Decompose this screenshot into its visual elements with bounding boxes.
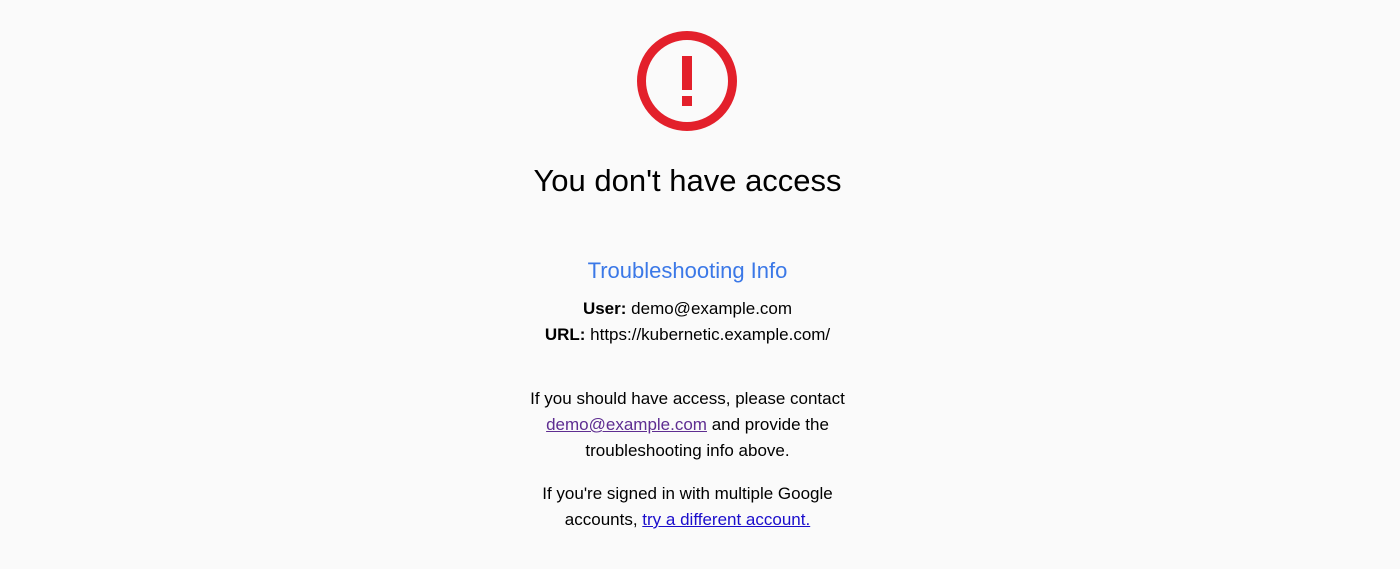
url-label: URL: [544,325,586,344]
contact-text-line2: and provide the [706,415,829,434]
try-different-account-link[interactable]: try a different account. [642,510,810,529]
user-label: User: [582,299,627,318]
user-value: demo@example.com [631,299,793,318]
contact-text-line3: troubleshooting info above. [585,441,790,460]
multi-account-text-prefix: accounts, [564,510,643,529]
user-info-row: User: demo@example.com [0,297,1375,321]
url-info-row: URL: https://kubernetic.example.com/ [0,323,1375,347]
page-title: You don't have access [533,163,842,198]
contact-paragraph: If you should have access, please contac… [0,386,1375,464]
multi-account-text-line1: If you're signed in with multiple Google [542,484,833,503]
troubleshooting-title: Troubleshooting Info [587,258,788,283]
multi-account-paragraph: If you're signed in with multiple Google… [0,481,1375,533]
error-icon [637,31,737,131]
contact-email-link[interactable]: demo@example.com [546,415,707,434]
access-denied-page: You don't have access Troubleshooting In… [0,0,1400,569]
contact-text-line1: If you should have access, please contac… [530,389,845,408]
url-value: https://kubernetic.example.com/ [590,325,831,344]
